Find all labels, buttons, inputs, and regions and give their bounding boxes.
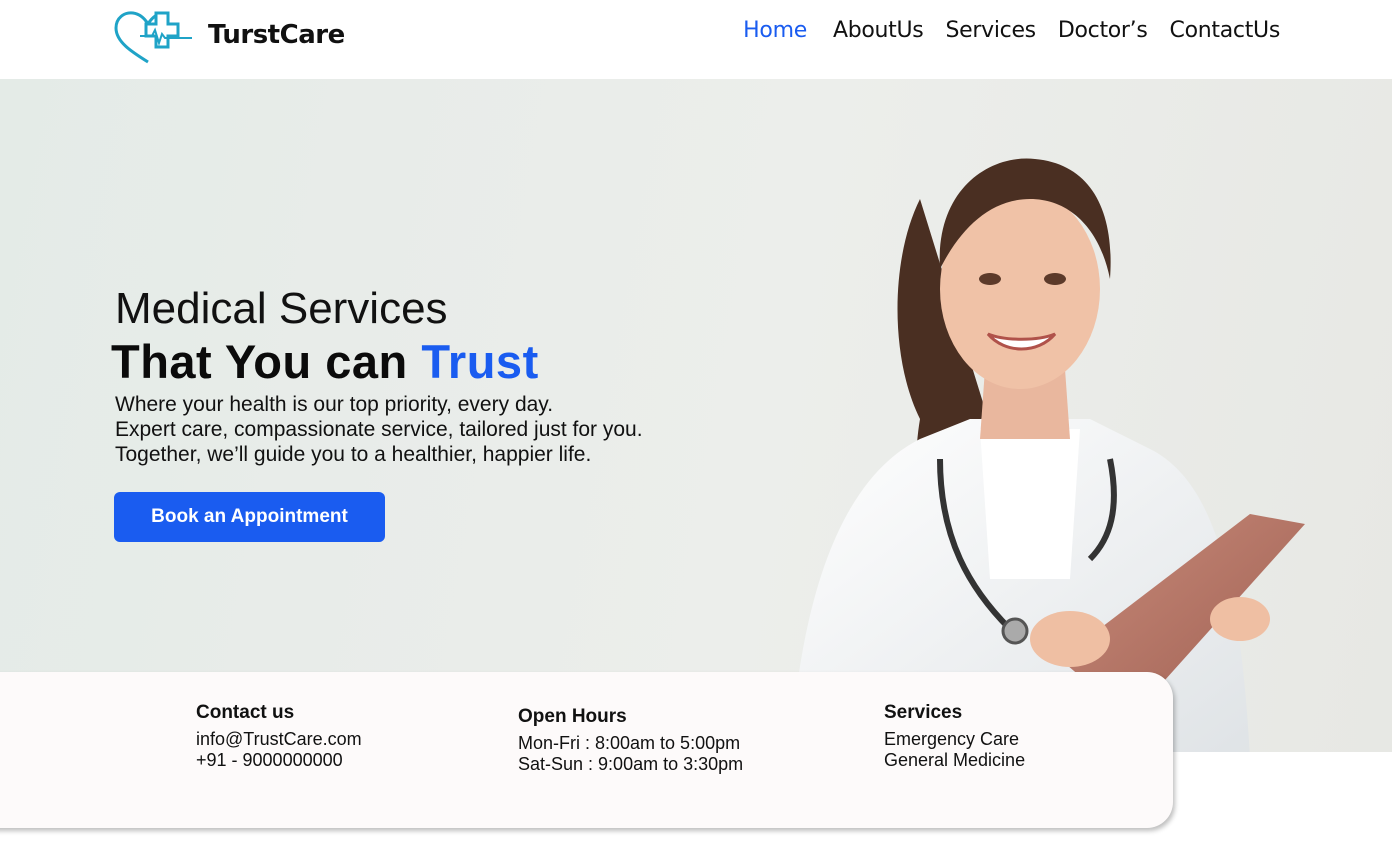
nav-doctors[interactable]: Doctor’s <box>1058 18 1148 43</box>
main-nav: Home AboutUs Services Doctor’s ContactUs <box>743 18 1280 43</box>
hero-description: Where your health is our top priority, e… <box>115 392 643 467</box>
contact-info: Contact us info@TrustCare.com +91 - 9000… <box>196 702 362 771</box>
service-item[interactable]: Emergency Care <box>884 729 1025 750</box>
hero-title-main: That You can <box>111 335 422 388</box>
contact-email[interactable]: info@TrustCare.com <box>196 729 362 750</box>
hero-description-line: Where your health is our top priority, e… <box>115 393 554 416</box>
contact-title: Contact us <box>196 702 295 723</box>
site-header: TurstCare Home AboutUs Services Doctor’s… <box>0 0 1392 79</box>
hero-section: Medical Services That You can Trust Wher… <box>0 79 1392 752</box>
services-info: Services Emergency Care General Medicine <box>884 702 1025 771</box>
book-appointment-button[interactable]: Book an Appointment <box>114 492 385 542</box>
open-hours-title: Open Hours <box>518 706 627 727</box>
weekend-hours: Sat-Sun : 9:00am to 3:30pm <box>518 754 744 774</box>
service-item[interactable]: General Medicine <box>884 750 1025 771</box>
info-card: Contact us info@TrustCare.com +91 - 9000… <box>0 672 1173 828</box>
hero-subtitle: Medical Services <box>115 284 448 333</box>
open-hours: Open Hours Mon-Fri : 8:00am to 5:00pm Sa… <box>518 706 743 775</box>
contact-phone[interactable]: +91 - 9000000000 <box>196 750 362 771</box>
services-title: Services <box>884 702 963 723</box>
doctor-hero-image <box>790 158 1305 752</box>
nav-services[interactable]: Services <box>945 18 1036 43</box>
heart-cross-pulse-icon <box>114 11 192 64</box>
nav-contact-us[interactable]: ContactUs <box>1170 18 1281 43</box>
hero-description-line: Expert care, compassionate service, tail… <box>115 418 643 441</box>
brand-logo[interactable]: TurstCare <box>112 10 345 66</box>
hero-title: That You can Trust <box>111 334 539 389</box>
nav-home[interactable]: Home <box>743 18 807 43</box>
nav-about-us[interactable]: AboutUs <box>833 18 924 43</box>
hero-description-line: Together, we’ll guide you to a healthier… <box>115 443 592 466</box>
hero-title-accent: Trust <box>421 335 539 388</box>
brand-name: TurstCare <box>208 20 345 50</box>
weekday-hours: Mon-Fri : 8:00am to 5:00pm <box>518 733 741 753</box>
